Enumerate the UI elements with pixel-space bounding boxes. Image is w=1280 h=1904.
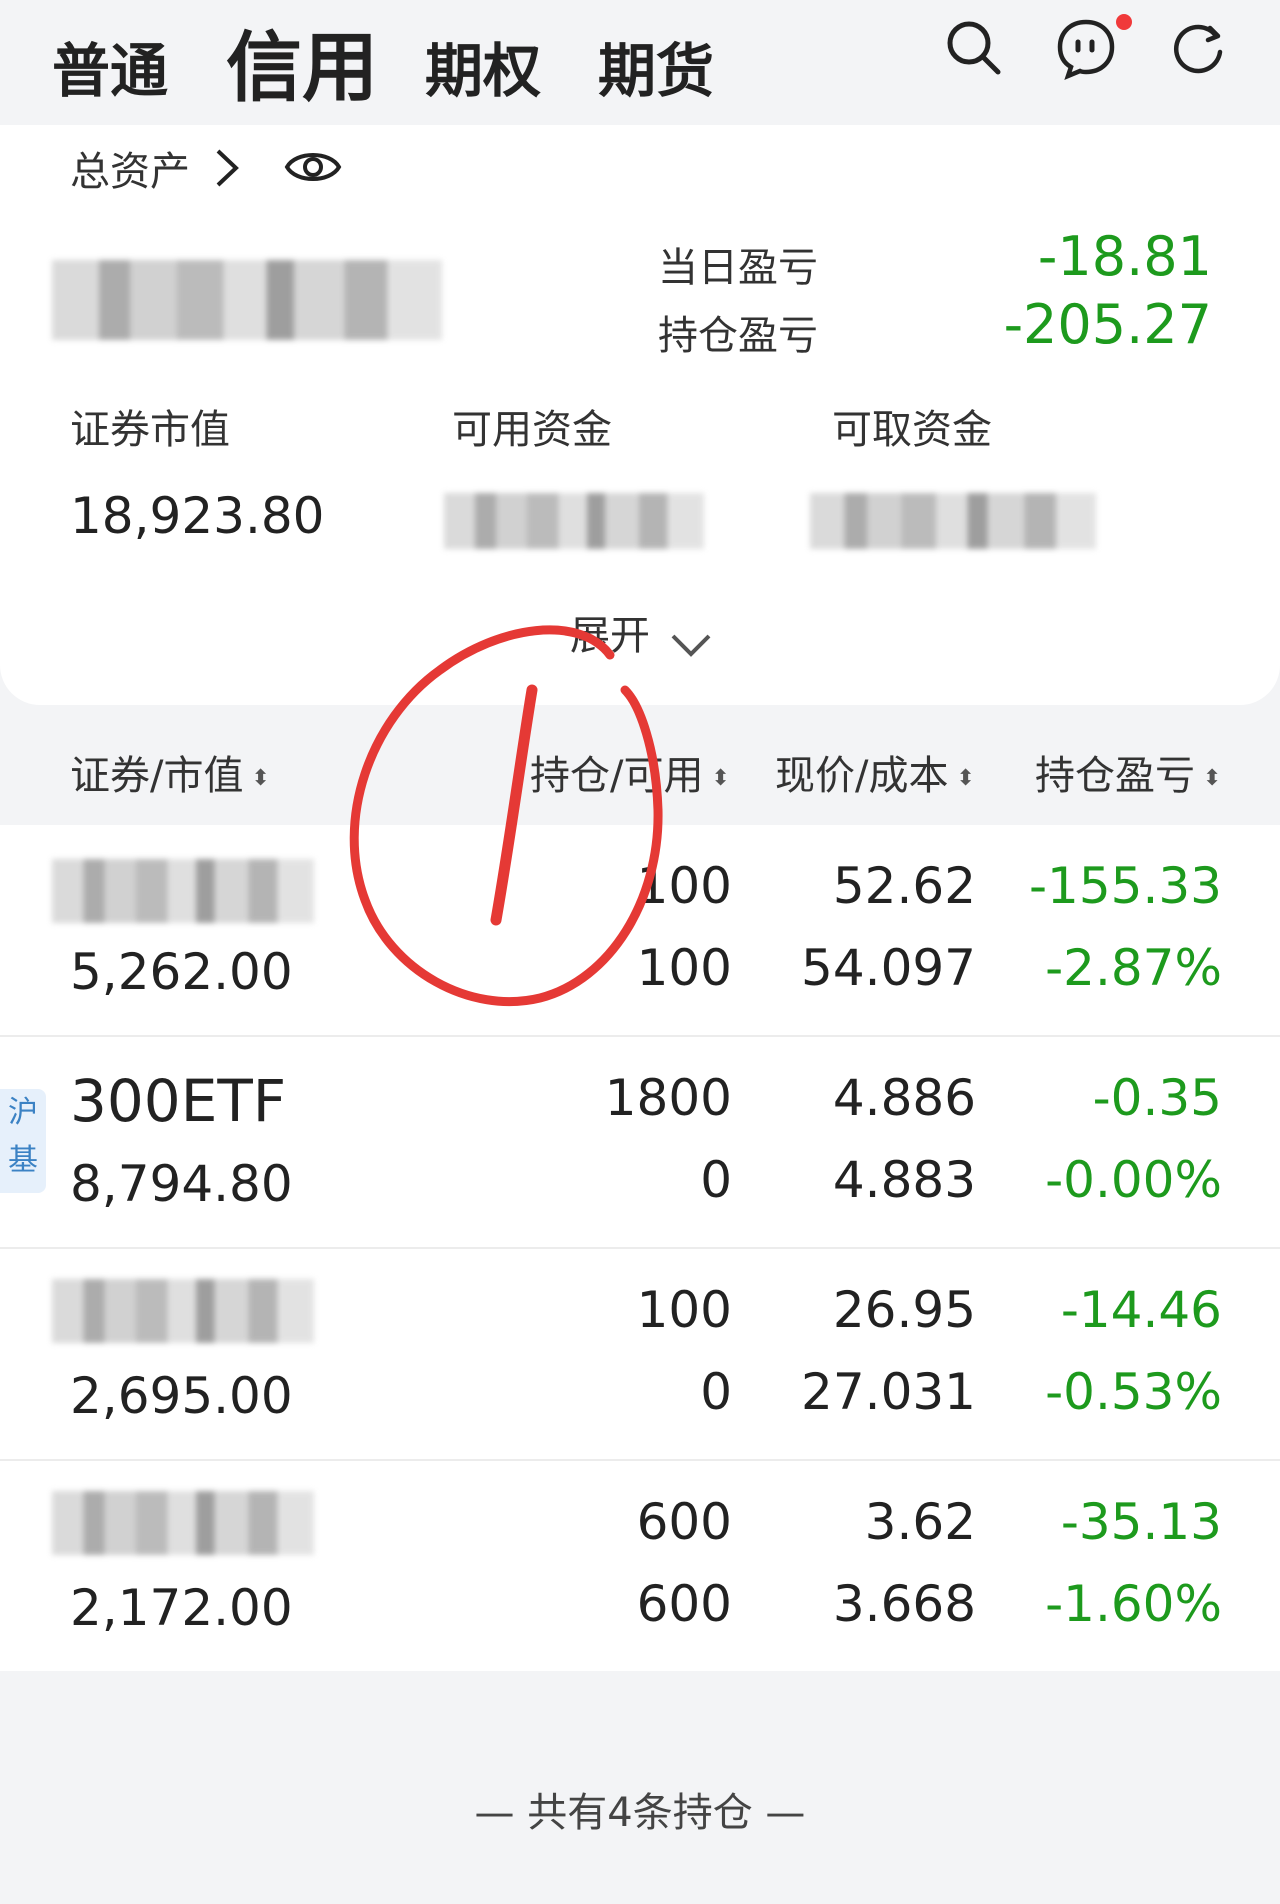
cost-price: 27.031: [801, 1363, 976, 1421]
search-icon[interactable]: [942, 16, 1006, 80]
market-value: 8,794.80: [70, 1155, 293, 1213]
sort-icon: ⬍: [1203, 765, 1222, 791]
position-qty: 1800: [604, 1069, 732, 1127]
security-name-masked: [52, 1491, 314, 1555]
top-tab-bar: 普通 信用 期权 期货: [0, 0, 1280, 125]
position-pnl: -0.35: [1092, 1069, 1222, 1127]
header-price-cost[interactable]: 现价/成本 ⬍: [775, 743, 975, 801]
position-pnl-value: -205.27: [1003, 293, 1212, 356]
position-pnl: -155.33: [1029, 857, 1222, 915]
tab-credit[interactable]: 信用: [226, 6, 378, 116]
notification-dot: [1116, 14, 1132, 30]
tab-normal[interactable]: 普通: [52, 24, 168, 108]
sort-icon: ⬍: [956, 765, 975, 791]
available-qty: 0: [700, 1151, 732, 1209]
message-icon[interactable]: [1054, 16, 1118, 80]
tab-options[interactable]: 期权: [425, 24, 541, 108]
position-pnl-label: 持仓盈亏: [658, 313, 818, 359]
position-qty: 600: [636, 1493, 732, 1551]
position-pnl-percent: -1.60%: [1045, 1575, 1222, 1633]
header-security-value[interactable]: 证券/市值 ⬍: [70, 743, 270, 801]
table-row[interactable]: 2,172.00 600 600 3.62 3.668 -35.13 -1.60…: [0, 1461, 1280, 1671]
sort-icon: ⬍: [711, 765, 730, 791]
position-pnl: -35.13: [1060, 1493, 1222, 1551]
available-funds-label: 可用资金: [452, 407, 612, 453]
securities-value: 18,923.80: [70, 487, 325, 545]
daily-pnl-value: -18.81: [1037, 225, 1212, 288]
current-price: 52.62: [832, 857, 976, 915]
position-pnl-percent: -0.53%: [1045, 1363, 1222, 1421]
sort-icon: ⬍: [251, 765, 270, 791]
chevron-right-icon[interactable]: [210, 145, 244, 191]
red-circle-annotation: [349, 625, 663, 1007]
header-position-pnl[interactable]: 持仓盈亏 ⬍: [1035, 743, 1221, 801]
table-row[interactable]: 沪基 300ETF 8,794.80 1800 0 4.886 4.883 -0…: [0, 1037, 1280, 1249]
total-assets-label[interactable]: 总资产: [70, 139, 190, 197]
market-value: 2,695.00: [70, 1367, 293, 1425]
security-name-masked: [52, 859, 314, 923]
security-name: 300ETF: [70, 1067, 287, 1135]
tab-futures[interactable]: 期货: [598, 24, 714, 108]
current-price: 3.62: [864, 1493, 976, 1551]
position-pnl-percent: -0.00%: [1045, 1151, 1222, 1209]
position-pnl-percent: -2.87%: [1045, 939, 1222, 997]
position-pnl: -14.46: [1060, 1281, 1222, 1339]
security-name-masked: [52, 1279, 314, 1343]
cost-price: 4.883: [832, 1151, 976, 1209]
current-price: 4.886: [832, 1069, 976, 1127]
table-row[interactable]: 2,695.00 100 0 26.95 27.031 -14.46 -0.53…: [0, 1249, 1280, 1461]
withdrawable-funds-masked: [810, 493, 1096, 549]
total-assets-value-masked: [52, 260, 442, 340]
current-price: 26.95: [832, 1281, 976, 1339]
cost-price: 3.668: [832, 1575, 976, 1633]
cost-price: 54.097: [801, 939, 976, 997]
daily-pnl-label: 当日盈亏: [658, 245, 818, 291]
market-value: 2,172.00: [70, 1579, 293, 1637]
available-funds-masked: [444, 493, 704, 549]
securities-value-label: 证券市值: [70, 407, 230, 453]
withdrawable-funds-label: 可取资金: [832, 407, 992, 453]
refresh-icon[interactable]: [1166, 16, 1230, 80]
available-qty: 0: [700, 1363, 732, 1421]
eye-icon[interactable]: [284, 145, 342, 189]
position-qty: 100: [636, 1281, 732, 1339]
market-tag: 沪基: [0, 1089, 46, 1193]
available-qty: 600: [636, 1575, 732, 1633]
holdings-count-footer: — 共有4条持仓 —: [474, 1790, 806, 1836]
market-value: 5,262.00: [70, 943, 293, 1001]
